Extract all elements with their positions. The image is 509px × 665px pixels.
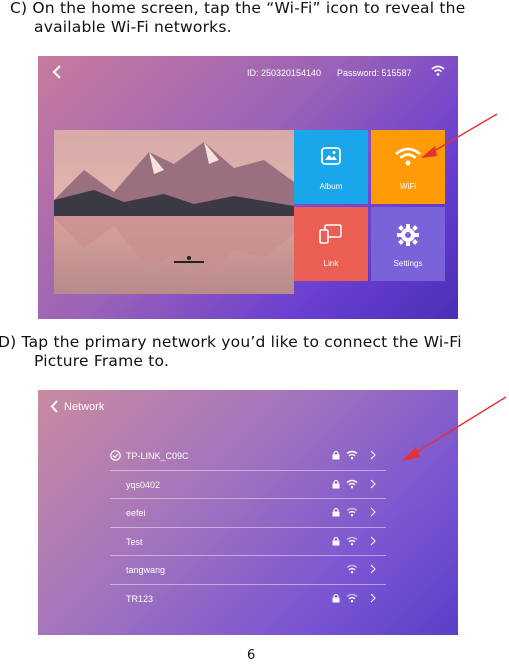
step-c-line2: available Wi-Fi networks. — [34, 18, 232, 36]
page-number: 6 — [247, 648, 256, 663]
network-row[interactable]: tangwang — [110, 556, 386, 585]
album-icon — [321, 147, 341, 167]
network-ssid: TR123 — [126, 593, 154, 604]
wifi-signal-icon — [346, 593, 358, 605]
link-icon — [319, 224, 343, 246]
chevron-right-icon — [370, 536, 376, 548]
network-screen: Network TP-LINK_C09C yqs0402 eefei Test — [38, 390, 458, 635]
network-header[interactable]: Network — [50, 400, 104, 413]
device-id: ID: 250320154140 — [247, 68, 322, 78]
chevron-right-icon — [370, 450, 376, 462]
step-d-line2: Picture Frame to. — [34, 352, 170, 370]
network-row[interactable]: eefei — [110, 499, 386, 528]
network-ssid: yqs0402 — [126, 479, 161, 490]
chevron-right-icon — [370, 593, 376, 605]
settings-label: Settings — [393, 259, 423, 268]
step-d-line1: D) Tap the primary network you’d like to… — [0, 333, 462, 351]
album-label: Album — [319, 182, 343, 191]
settings-tile[interactable]: Settings — [371, 207, 445, 281]
chevron-right-icon — [370, 479, 376, 491]
wifi-label: WiFi — [400, 182, 416, 191]
wifi-signal-icon — [346, 564, 358, 576]
wifi-status-icon — [431, 65, 445, 79]
network-ssid: eefei — [126, 508, 146, 518]
network-ssid: TP-LINK_C09C — [126, 451, 189, 461]
chevron-right-icon — [370, 564, 376, 576]
chevron-right-icon — [370, 507, 376, 519]
step-c-line1: C) On the home screen, tap the “Wi-Fi” i… — [10, 0, 466, 17]
connected-check-icon — [110, 450, 121, 463]
network-row[interactable]: TP-LINK_C09C — [110, 442, 386, 471]
link-label: Link — [323, 259, 339, 268]
back-icon[interactable] — [52, 65, 62, 81]
network-ssid: Test — [126, 536, 143, 547]
network-row[interactable]: TR123 — [110, 585, 386, 613]
lock-icon — [332, 507, 340, 519]
network-row[interactable]: yqs0402 — [110, 471, 386, 499]
landscape-photo — [54, 130, 294, 294]
home-top-bar: ID: 250320154140 Password: 515587 — [38, 56, 458, 90]
device-password: Password: 515587 — [337, 68, 412, 78]
network-ssid: tangwang — [126, 565, 166, 575]
pointer-arrow-wifi — [421, 113, 498, 158]
wifi-signal-icon — [346, 479, 358, 491]
pointer-arrow-network — [402, 396, 507, 461]
wifi-signal-icon — [346, 450, 358, 462]
network-list: TP-LINK_C09C yqs0402 eefei Test tangwang — [110, 442, 386, 612]
link-tile[interactable]: Link — [294, 207, 368, 281]
wifi-signal-icon — [346, 507, 358, 519]
lock-icon — [332, 593, 340, 605]
lock-icon — [332, 479, 340, 491]
gear-icon — [397, 224, 419, 248]
lock-icon — [332, 536, 340, 548]
lock-icon — [332, 450, 340, 462]
wifi-signal-icon — [346, 536, 358, 548]
network-row[interactable]: Test — [110, 528, 386, 556]
network-title: Network — [64, 400, 105, 413]
home-screen: ID: 250320154140 Password: 515587 Album … — [38, 56, 458, 319]
back-icon[interactable] — [50, 400, 59, 413]
album-tile[interactable]: Album — [294, 130, 368, 204]
